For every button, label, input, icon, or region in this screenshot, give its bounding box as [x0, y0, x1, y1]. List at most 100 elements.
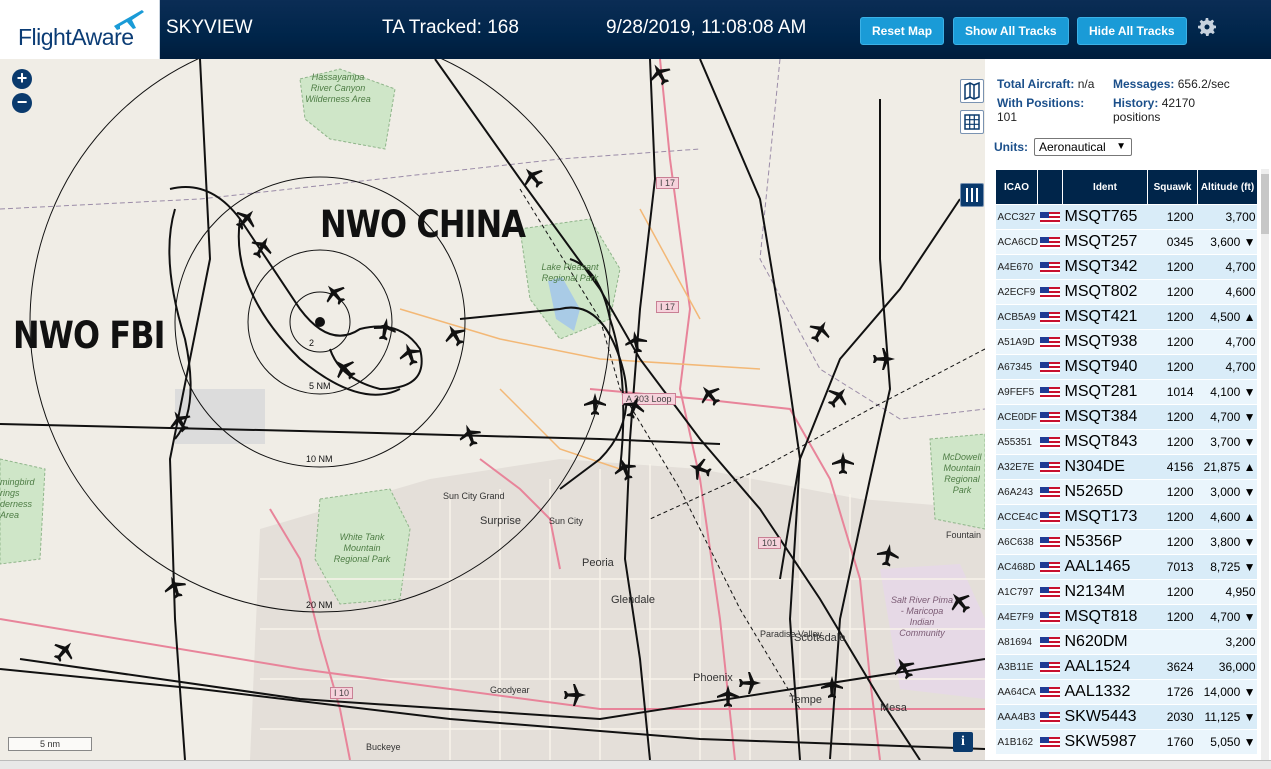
aircraft-icon[interactable] [562, 682, 588, 708]
table-row[interactable]: A1B162 SKW5987 1760 5,050 ▼ [995, 729, 1257, 755]
cell-altitude: 4,600 [1197, 279, 1257, 305]
show-all-tracks-button[interactable]: Show All Tracks [953, 17, 1069, 45]
cell-squawk: 2030 [1147, 704, 1198, 730]
map-layers-button[interactable] [960, 79, 984, 103]
annotation-nwo-fbi: NWO FBI [13, 314, 166, 357]
table-row[interactable]: A6A243 N5265D 1200 3,000 ▼ [995, 479, 1257, 505]
cell-ident: AAL1332 [1062, 679, 1148, 705]
table-row[interactable]: A55351 MSQT843 1200 3,700 ▼ [995, 429, 1257, 455]
cell-squawk: 1200 [1147, 404, 1198, 430]
table-row[interactable]: ACCE4C MSQT173 1200 4,600 ▲ [995, 504, 1257, 530]
hide-all-tracks-button[interactable]: Hide All Tracks [1077, 17, 1187, 45]
cell-ident: MSQT765 [1062, 204, 1148, 230]
place-label: McDowell Mountain Regional Park [942, 452, 982, 495]
cell-icao: A4E670 [995, 254, 1038, 280]
cell-ident: AAL1524 [1062, 654, 1148, 680]
flag-cell [1037, 704, 1063, 730]
aircraft-icon[interactable] [873, 540, 903, 570]
us-flag-icon [1039, 212, 1060, 225]
place-label: Surprise [480, 515, 521, 527]
road-shield: I 17 [656, 177, 680, 189]
flag-cell [1037, 604, 1063, 630]
cell-ident: MSQT342 [1062, 254, 1148, 280]
info-button[interactable]: i [953, 732, 973, 752]
map-icon [964, 81, 980, 101]
table-row[interactable]: ACC327 MSQT765 1200 3,700 [995, 204, 1257, 230]
table-row[interactable]: A51A9D MSQT938 1200 4,700 [995, 329, 1257, 355]
table-row[interactable]: AC468D AAL1465 7013 8,725 ▼ [995, 554, 1257, 580]
flightaware-logo[interactable]: FlightAware [0, 0, 160, 59]
plane-logo-icon [114, 10, 144, 30]
table-row[interactable]: ACA6CD MSQT257 0345 3,600 ▼ [995, 229, 1257, 255]
aircraft-icon[interactable] [582, 391, 608, 417]
cell-squawk: 1200 [1147, 304, 1198, 330]
column-header-squawk[interactable]: Squawk [1147, 169, 1198, 205]
place-label: Mesa [880, 702, 907, 714]
reset-map-button[interactable]: Reset Map [860, 17, 945, 45]
us-flag-icon [1039, 687, 1060, 700]
place-label: White Tank Mountain Regional Park [333, 532, 391, 564]
table-row[interactable]: A4E7F9 MSQT818 1200 4,700 ▼ [995, 604, 1257, 630]
table-row[interactable]: A4E670 MSQT342 1200 4,700 [995, 254, 1257, 280]
zoom-in-button[interactable]: + [12, 69, 32, 89]
us-flag-icon [1039, 387, 1060, 400]
cell-ident: N620DM [1062, 629, 1148, 655]
table-row[interactable]: A6C638 N5356P 1200 3,800 ▼ [995, 529, 1257, 555]
column-header-altitude[interactable]: Altitude (ft) [1197, 169, 1257, 205]
us-flag-icon [1039, 662, 1060, 675]
aircraft-icon[interactable] [871, 346, 897, 372]
column-header-ident[interactable]: Ident [1062, 169, 1148, 205]
us-flag-icon [1039, 312, 1060, 325]
table-row[interactable]: ACB5A9 MSQT421 1200 4,500 ▲ [995, 304, 1257, 330]
us-flag-icon [1039, 587, 1060, 600]
cell-icao: A55351 [995, 429, 1038, 455]
cell-ident: N5265D [1062, 479, 1148, 505]
cell-altitude: 4,700 [1197, 254, 1257, 280]
table-scrollbar-thumb[interactable] [1261, 174, 1269, 234]
aircraft-icon[interactable] [737, 670, 763, 696]
total-aircraft: Total Aircraft: n/a [997, 77, 1095, 91]
us-flag-icon [1039, 287, 1060, 300]
aircraft-icon[interactable] [621, 327, 651, 357]
table-row[interactable]: A1C797 N2134M 1200 4,950 [995, 579, 1257, 605]
zoom-out-button[interactable]: − [12, 93, 32, 113]
table-row[interactable]: AA64CA AAL1332 1726 14,000 ▼ [995, 679, 1257, 705]
units-select[interactable]: Aeronautical ▼ [1034, 138, 1132, 156]
flag-cell [1037, 529, 1063, 555]
column-header-icao[interactable]: ICAO [995, 169, 1038, 205]
cell-icao: A6C638 [995, 529, 1038, 555]
cell-ident: MSQT173 [1062, 504, 1148, 530]
columns-toggle-button[interactable] [960, 183, 984, 207]
gear-icon[interactable] [1195, 15, 1219, 39]
table-row[interactable]: A9FEF5 MSQT281 1014 4,100 ▼ [995, 379, 1257, 405]
table-row[interactable]: A81694 N620DM 3,200 [995, 629, 1257, 655]
column-header-flag[interactable] [1037, 169, 1063, 205]
cell-squawk: 1200 [1147, 504, 1198, 530]
us-flag-icon [1039, 237, 1060, 250]
map-view[interactable]: Hassayampa River Canyon Wilderness Area … [0, 59, 985, 760]
grid-toggle-button[interactable] [960, 110, 984, 134]
table-row[interactable]: A3B11E AAL1524 3624 36,000 [995, 654, 1257, 680]
place-label: Scottsdale [794, 632, 846, 644]
table-row[interactable]: A32E7E N304DE 4156 21,875 ▲ [995, 454, 1257, 480]
cell-altitude: 3,700 ▼ [1197, 429, 1257, 455]
table-scrollbar[interactable] [1261, 169, 1269, 760]
table-row[interactable]: AAA4B3 SKW5443 2030 11,125 ▼ [995, 704, 1257, 730]
flag-cell [1037, 479, 1063, 505]
us-flag-icon [1039, 437, 1060, 450]
us-flag-icon [1039, 612, 1060, 625]
cell-squawk: 7013 [1147, 554, 1198, 580]
cell-ident: MSQT802 [1062, 279, 1148, 305]
table-row[interactable]: A2ECF9 MSQT802 1200 4,600 [995, 279, 1257, 305]
aircraft-icon[interactable] [830, 450, 856, 476]
place-label: Glendale [611, 594, 656, 606]
aircraft-icon[interactable] [819, 674, 845, 700]
table-row[interactable]: ACE0DF MSQT384 1200 4,700 ▼ [995, 404, 1257, 430]
table-row[interactable]: A67345 MSQT940 1200 4,700 [995, 354, 1257, 380]
aircraft-panel: Total Aircraft: n/a Messages: 656.2/sec … [985, 59, 1271, 760]
cell-icao: AAA4B3 [995, 704, 1038, 730]
cell-ident: MSQT384 [1062, 404, 1148, 430]
range-ring-label: 5 NM [309, 381, 331, 391]
aircraft-icon[interactable] [370, 314, 400, 344]
cell-icao: AA64CA [995, 679, 1038, 705]
